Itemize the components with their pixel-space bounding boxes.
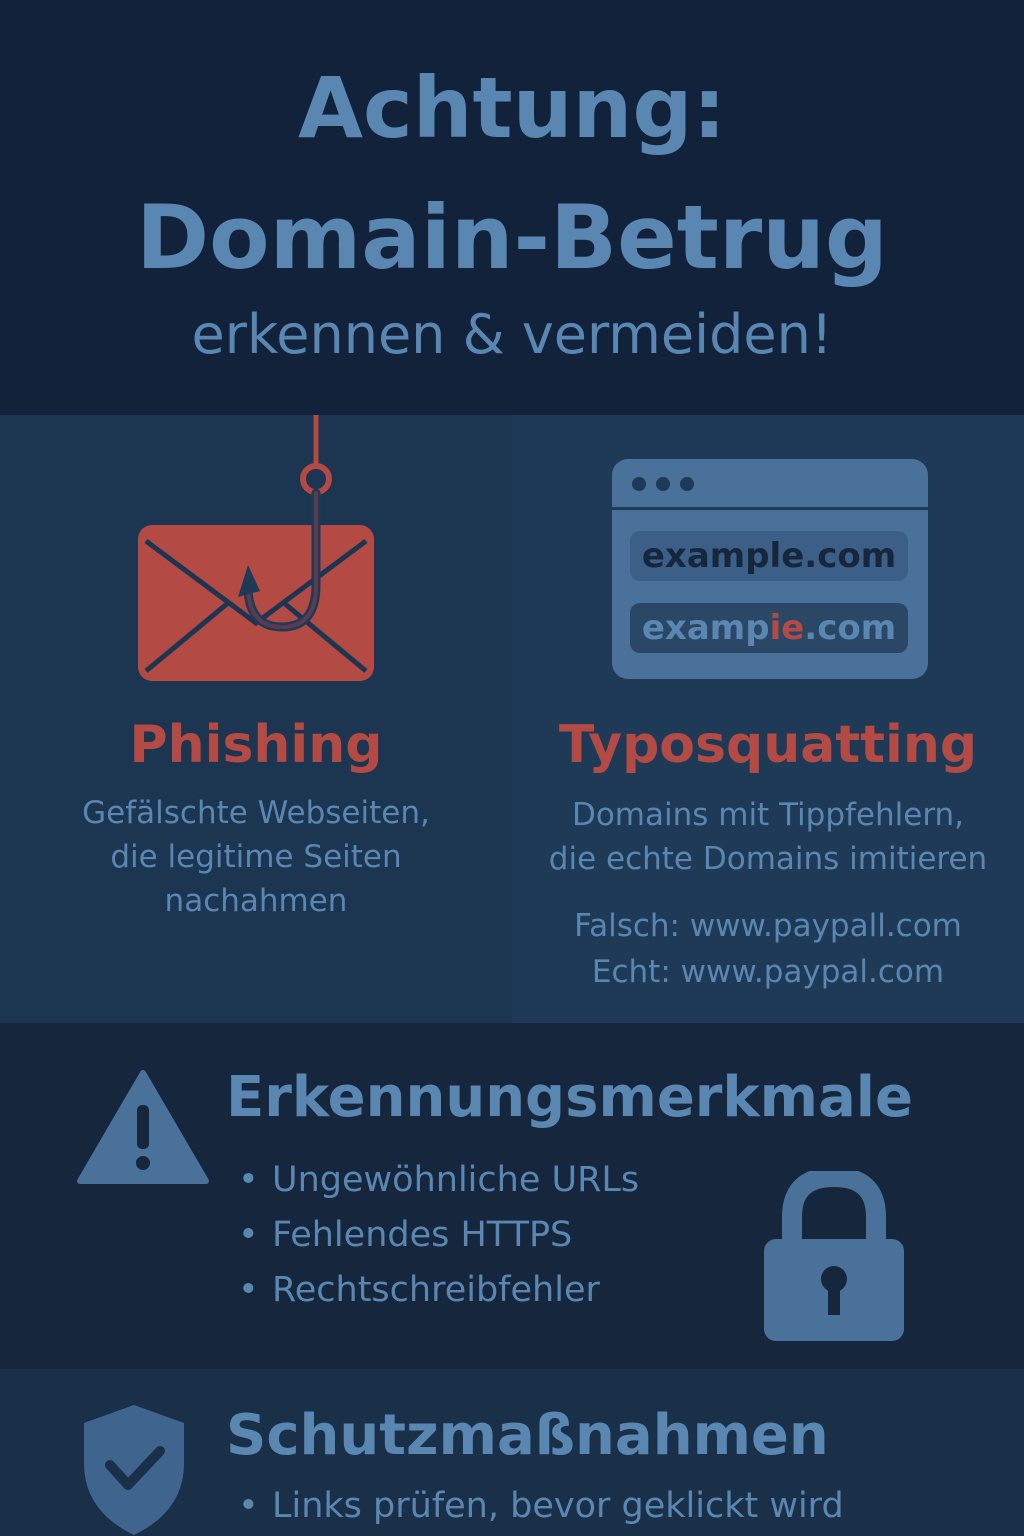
title-line1: Achtung: [297,59,727,157]
phishing-heading: Phishing [129,715,383,775]
fishing-hook-icon [238,415,332,632]
warning-icon [77,1070,209,1184]
title-line2: Domain-Betrug [136,186,888,289]
signs-item: • Rechtschreibfehler [238,1265,600,1315]
window-dot [680,477,694,491]
url-fake-typo: ie [769,608,805,648]
example-wrong: Falsch: www.paypall.com [574,908,962,944]
example-right: Echt: www.paypal.com [591,954,945,990]
window-dot [656,477,670,491]
header-banner: Achtung: Domain-Betrug erkennen & vermei… [0,0,1024,415]
typosquatting-panel: example.com exampie.com Typosquatting Do… [512,415,1024,1023]
signs-section: Erkennungsmerkmale • Ungewöhnliche URLs •… [0,1023,1024,1369]
bullet-dot: • [238,1215,259,1255]
signs-item-label: Rechtschreibfehler [272,1270,600,1310]
phishing-desc-line3: nachahmen [164,883,348,919]
typosquatting-desc-line1: Domains mit Tippfehlern, [571,797,965,833]
phishing-desc-line2: die legitime Seiten [110,839,402,875]
browser-window-icon: example.com exampie.com [612,459,928,679]
bullet-dot: • [238,1270,259,1310]
url-real: example.com [630,531,908,581]
signs-item: • Fehlendes HTTPS [238,1210,572,1260]
protection-item: • Links prüfen, bevor geklickt wird [238,1481,844,1531]
protection-heading: Schutzmaßnahmen [226,1403,829,1468]
padlock-icon [764,1171,904,1341]
window-title-divider [612,507,928,510]
signs-heading: Erkennungsmerkmale [226,1065,913,1130]
protection-item-label: Links prüfen, bevor geklickt wird [272,1486,844,1526]
shield-check-icon [84,1405,184,1535]
window-dot [632,477,646,491]
subtitle: erkennen & vermeiden! [191,303,833,366]
protection-section: Schutzmaßnahmen • Links prüfen, bevor gek… [0,1369,1024,1536]
url-fake-part3: .com [804,608,897,648]
bullet-dot: • [238,1486,259,1526]
signs-item-label: Fehlendes HTTPS [272,1215,573,1255]
phishing-desc-line1: Gefälschte Webseiten, [82,795,430,831]
typosquatting-heading: Typosquatting [558,715,978,775]
url-fake: exampie.com [630,603,908,653]
phishing-panel: Phishing Gefälschte Webseiten, die legit… [0,415,512,1023]
bullet-dot: • [238,1160,259,1200]
signs-item-label: Ungewöhnliche URLs [272,1160,640,1200]
url-fake-part1: examp [641,608,770,648]
signs-item: • Ungewöhnliche URLs [238,1155,639,1205]
typosquatting-desc-line2: die echte Domains imitieren [548,841,988,877]
